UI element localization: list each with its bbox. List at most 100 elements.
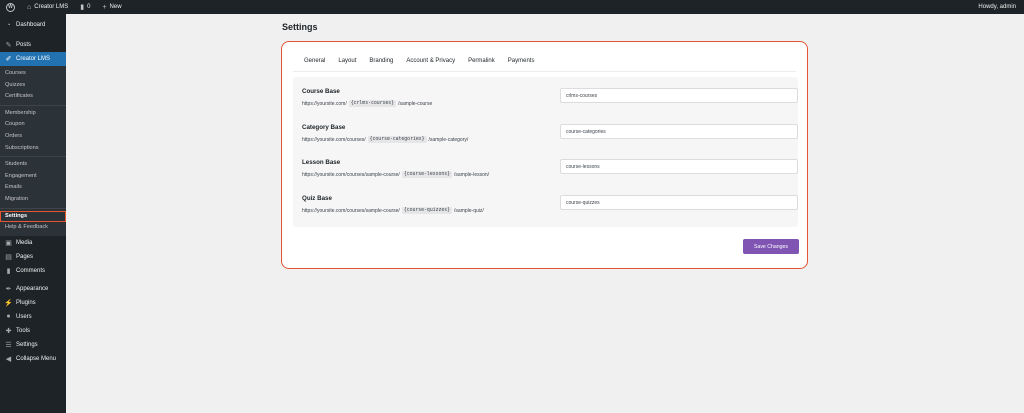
- menu-posts[interactable]: ✎ Posts: [0, 38, 66, 52]
- account-menu[interactable]: Howdy, admin: [972, 0, 1024, 14]
- menu-pages-label: Pages: [16, 253, 34, 260]
- collapse-arrow-icon: ◀: [5, 355, 12, 363]
- course-base-input[interactable]: [560, 88, 798, 103]
- lesson-base-input[interactable]: [560, 159, 798, 174]
- collapse-menu-label: Collapse Menu: [16, 355, 57, 362]
- admin-bar: W ⌂ Creator LMS ▮ 0 + New Howdy, admin: [0, 0, 1024, 14]
- new-content-link[interactable]: + New: [96, 0, 127, 14]
- menu-settings-label: Settings: [16, 341, 38, 348]
- category-base-row: Category Base https://yoursite.com/cours…: [302, 124, 798, 143]
- edit-box-icon: ✐: [5, 56, 12, 63]
- submenu-orders[interactable]: Orders: [0, 131, 66, 143]
- new-label: New: [109, 4, 122, 10]
- creator-lms-submenu: Courses Quizzes Certificates Membership …: [0, 66, 66, 236]
- submenu-courses[interactable]: Courses: [0, 68, 66, 80]
- settings-sliders-icon: ☰: [5, 341, 12, 349]
- submenu-emails[interactable]: Emails: [0, 182, 66, 194]
- url-suffix: /sample-category/: [428, 136, 469, 143]
- lesson-base-row: Lesson Base https://yoursite.com/courses…: [302, 159, 798, 178]
- submenu-subscriptions[interactable]: Subscriptions: [0, 143, 66, 155]
- page-title: Settings: [282, 22, 318, 32]
- menu-plugins[interactable]: ⚡ Plugins: [0, 296, 66, 310]
- submenu-divider: [0, 104, 66, 106]
- menu-media[interactable]: ▣ Media: [0, 236, 66, 250]
- plug-icon: ⚡: [4, 299, 13, 307]
- submenu-migration[interactable]: Migration: [0, 194, 66, 206]
- submenu-membership[interactable]: Membership: [0, 108, 66, 120]
- menu-creator-lms[interactable]: ✐ Creator LMS: [0, 52, 66, 66]
- submenu-certificates[interactable]: Certificates: [0, 91, 66, 103]
- url-prefix: https://yoursite.com/courses/sample-cour…: [302, 171, 400, 178]
- menu-dashboard[interactable]: ◔ Dashboard: [0, 18, 66, 32]
- url-prefix: https://yoursite.com/: [302, 100, 347, 107]
- tab-payments[interactable]: Payments: [502, 54, 541, 72]
- page-icon: ▤: [5, 253, 12, 261]
- site-name-link[interactable]: ⌂ Creator LMS: [21, 0, 74, 14]
- tab-account-privacy[interactable]: Account & Privacy: [400, 54, 461, 72]
- submenu-quizzes[interactable]: Quizzes: [0, 80, 66, 92]
- url-prefix: https://yoursite.com/courses/: [302, 136, 366, 143]
- menu-comments[interactable]: ▮ Comments: [0, 264, 66, 278]
- submenu-coupon[interactable]: Coupon: [0, 119, 66, 131]
- menu-users[interactable]: ● Users: [0, 310, 66, 324]
- url-suffix: /sample-lesson/: [454, 171, 490, 178]
- menu-tools[interactable]: ✚ Tools: [0, 324, 66, 338]
- tabs-divider: [293, 71, 796, 72]
- menu-settings[interactable]: ☰ Settings: [0, 338, 66, 352]
- tab-permalink[interactable]: Permalink: [462, 54, 501, 72]
- settings-tabs: General Layout Branding Account & Privac…: [298, 54, 541, 72]
- submenu-engagement[interactable]: Engagement: [0, 171, 66, 183]
- save-changes-button[interactable]: Save Changes: [743, 239, 799, 254]
- paintbrush-icon: ✒: [5, 285, 12, 293]
- howdy-text: Howdy, admin: [978, 4, 1016, 10]
- user-icon: ●: [6, 313, 11, 321]
- plus-icon: +: [102, 3, 107, 11]
- tab-branding[interactable]: Branding: [363, 54, 399, 72]
- quiz-base-row: Quiz Base https://yoursite.com/courses/s…: [302, 195, 798, 214]
- menu-media-label: Media: [16, 239, 33, 246]
- url-slug-code: {course-lessons}: [401, 171, 453, 178]
- menu-pages[interactable]: ▤ Pages: [0, 250, 66, 264]
- comment-icon: ▮: [6, 267, 11, 275]
- url-slug-code: {course-quizzes}: [401, 207, 453, 214]
- url-suffix: /sample-quiz/: [454, 207, 484, 214]
- url-slug-code: {course-categories}: [367, 136, 427, 143]
- menu-appearance[interactable]: ✒ Appearance: [0, 282, 66, 296]
- submenu-divider: [0, 156, 66, 158]
- menu-plugins-label: Plugins: [16, 299, 36, 306]
- media-icon: ▣: [5, 239, 12, 247]
- quiz-base-input[interactable]: [560, 195, 798, 210]
- comments-count: 0: [87, 4, 91, 10]
- menu-comments-label: Comments: [16, 267, 46, 274]
- pin-icon: ✎: [5, 42, 12, 49]
- dashboard-icon: ◔: [6, 21, 11, 29]
- wp-logo-button[interactable]: W: [0, 0, 21, 14]
- url-prefix: https://yoursite.com/courses/sample-cour…: [302, 207, 400, 214]
- menu-dashboard-label: Dashboard: [16, 22, 46, 28]
- submenu-students[interactable]: Students: [0, 159, 66, 171]
- collapse-menu-button[interactable]: ◀ Collapse Menu: [0, 352, 66, 366]
- url-slug-code: {crlms-courses}: [348, 100, 397, 107]
- permalink-panel: Course Base https://yoursite.com/ {crlms…: [293, 77, 798, 227]
- submenu-divider: [0, 207, 66, 209]
- wordpress-logo-icon: W: [6, 2, 15, 12]
- tab-layout[interactable]: Layout: [332, 54, 362, 72]
- menu-tools-label: Tools: [16, 327, 31, 334]
- category-base-input[interactable]: [560, 124, 798, 139]
- settings-card: General Layout Branding Account & Privac…: [281, 41, 808, 269]
- comment-bubble-icon: ▮: [80, 3, 85, 11]
- site-name: Creator LMS: [34, 4, 69, 10]
- url-suffix: /sample-course: [398, 100, 433, 107]
- menu-creator-lms-label: Creator LMS: [16, 56, 51, 62]
- submenu-help-feedback[interactable]: Help & Feedback: [0, 222, 66, 234]
- tab-general[interactable]: General: [298, 54, 331, 72]
- admin-sidebar: ◔ Dashboard ✎ Posts ✐ Creator LMS Course…: [0, 14, 66, 413]
- course-base-row: Course Base https://yoursite.com/ {crlms…: [302, 88, 798, 107]
- home-icon: ⌂: [27, 3, 32, 11]
- menu-users-label: Users: [16, 313, 32, 320]
- submenu-settings[interactable]: Settings: [0, 210, 66, 223]
- menu-appearance-label: Appearance: [16, 285, 49, 292]
- menu-posts-label: Posts: [16, 42, 32, 48]
- comments-link[interactable]: ▮ 0: [74, 0, 96, 14]
- wrench-icon: ✚: [5, 327, 12, 335]
